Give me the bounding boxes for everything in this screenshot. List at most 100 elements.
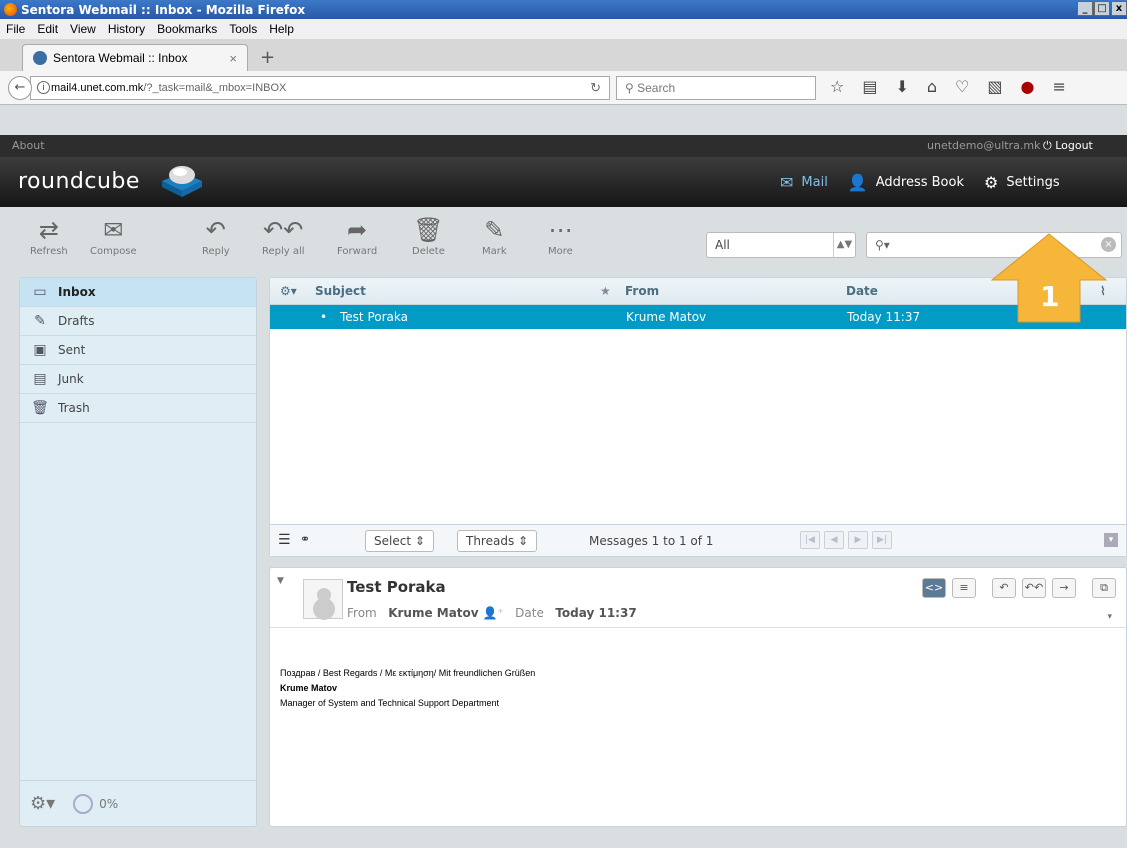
threads-icon[interactable]: ⚭: [300, 532, 310, 546]
minimize-button[interactable]: _: [1077, 1, 1093, 16]
folder-footer: ⚙▾ 0%: [20, 780, 256, 826]
select-dropdown[interactable]: Select ⇕: [365, 530, 434, 552]
more-button[interactable]: ⋯ More: [548, 216, 573, 257]
menu-help[interactable]: Help: [263, 22, 300, 36]
prev-page-button[interactable]: ◀: [824, 531, 844, 549]
mark-button[interactable]: ✎ Mark: [482, 216, 507, 257]
logout-link[interactable]: ⏻ Logout: [1043, 139, 1093, 153]
plain-view-icon[interactable]: ≡: [952, 578, 976, 598]
folder-sent[interactable]: ▣ Sent: [20, 336, 256, 365]
ublock-icon[interactable]: ●: [1021, 77, 1035, 96]
menu-view[interactable]: View: [64, 22, 102, 36]
refresh-button[interactable]: ⇄ Refresh: [30, 216, 68, 257]
reply-all-button[interactable]: ↶↶ Reply all: [262, 216, 305, 257]
html-view-icon[interactable]: <>: [922, 578, 946, 598]
body-title: Manager of System and Technical Support …: [280, 698, 499, 708]
folder-list: ▭ Inbox ✎ Drafts ▣ Sent ▤ Junk 🗑 Trash ⚙▾ 0%: [19, 277, 257, 827]
navigation-bar: i mail4.unet.com.mk/?_task=mail&_mbox=IN…: [0, 71, 1127, 105]
menu-file[interactable]: File: [0, 22, 31, 36]
column-from[interactable]: From: [625, 284, 659, 298]
reload-icon[interactable]: ↻: [590, 80, 601, 96]
search-placeholder: Search: [637, 81, 676, 95]
threads-dropdown[interactable]: Threads ⇕: [457, 530, 538, 552]
bookmark-star-icon[interactable]: ☆: [830, 77, 844, 96]
about-link[interactable]: About: [12, 139, 45, 152]
avatar: [303, 579, 343, 619]
delete-button[interactable]: 🗑 Delete: [412, 216, 445, 257]
next-page-button[interactable]: ▶: [848, 531, 868, 549]
expand-headers-icon[interactable]: ▾: [1107, 612, 1112, 622]
folder-label: Junk: [58, 372, 84, 386]
menu-tools[interactable]: Tools: [223, 22, 263, 36]
nav-address-book[interactable]: 👤 Address Book: [848, 173, 964, 192]
message-date: Today 11:37: [847, 310, 921, 324]
last-page-button[interactable]: ▶|: [872, 531, 892, 549]
preview-actions: <> ≡ ↶ ↶↶ → ⧉: [922, 578, 1116, 598]
add-contact-icon[interactable]: 👤⁺: [482, 606, 503, 620]
preview-reply-icon[interactable]: ↶: [992, 578, 1016, 598]
filter-select[interactable]: All ▲▼: [706, 232, 856, 258]
forward-label: Forward: [337, 246, 378, 257]
tab-close-icon[interactable]: ×: [229, 51, 237, 66]
topline: About unetdemo@ultra.mk ⏻ Logout: [0, 135, 1127, 157]
firefox-icon: [4, 3, 17, 16]
screenshot-icon[interactable]: ▧: [987, 77, 1002, 96]
more-dots-icon: ⋯: [548, 216, 573, 244]
more-label: More: [548, 246, 573, 257]
toggle-preview-icon[interactable]: ▾: [1104, 533, 1118, 547]
threads-label: Threads: [466, 534, 515, 548]
body-greeting: Поздрав / Best Regards / Με εκτίμηση/ Mi…: [280, 668, 536, 678]
folder-drafts[interactable]: ✎ Drafts: [20, 307, 256, 336]
maximize-button[interactable]: □: [1094, 1, 1110, 16]
folder-label: Sent: [58, 343, 86, 357]
pocket-icon[interactable]: ♡: [955, 77, 969, 96]
preview-forward-icon[interactable]: →: [1052, 578, 1076, 598]
select-label: Select: [374, 534, 412, 548]
browser-tab[interactable]: Sentora Webmail :: Inbox ×: [22, 44, 248, 71]
column-date[interactable]: Date: [846, 284, 878, 298]
reading-list-icon[interactable]: ▤: [862, 77, 877, 96]
folder-junk[interactable]: ▤ Junk: [20, 365, 256, 394]
nav-settings-label: Settings: [1006, 175, 1060, 190]
close-window-button[interactable]: x: [1111, 1, 1127, 16]
filter-value: All: [715, 238, 730, 252]
inbox-icon: ▭: [33, 284, 47, 300]
compose-button[interactable]: ✉ Compose: [90, 216, 137, 257]
message-subject: Test Poraka: [340, 310, 408, 324]
folder-inbox[interactable]: ▭ Inbox: [20, 278, 256, 307]
column-subject[interactable]: Subject: [315, 284, 366, 298]
nav-settings[interactable]: ⚙ Settings: [984, 173, 1060, 192]
collapse-header-icon[interactable]: ▼: [277, 576, 284, 586]
message-preview: ▼ Test Poraka From Krume Matov 👤⁺ Date T…: [269, 567, 1127, 827]
menu-edit[interactable]: Edit: [31, 22, 64, 36]
column-flag-star-icon[interactable]: ★: [600, 284, 611, 298]
back-button[interactable]: ←: [8, 76, 32, 100]
roundcube-favicon-icon: [33, 51, 47, 65]
reply-button[interactable]: ↶ Reply: [202, 216, 230, 257]
new-tab-button[interactable]: +: [260, 47, 275, 68]
folder-settings-gear-icon[interactable]: ⚙▾: [30, 793, 55, 814]
home-icon[interactable]: ⌂: [927, 77, 937, 96]
app-header: roundcube ✉ Mail 👤 Address Book ⚙ Settings: [0, 157, 1127, 207]
url-bar[interactable]: i mail4.unet.com.mk/?_task=mail&_mbox=IN…: [30, 76, 610, 100]
first-page-button[interactable]: |◀: [800, 531, 820, 549]
menu-history[interactable]: History: [102, 22, 151, 36]
search-options-icon[interactable]: ⚲▾: [875, 238, 890, 252]
list-options-icon[interactable]: ⚙▾: [280, 284, 297, 298]
message-list-footer: ☰ ⚭ Select ⇕ Threads ⇕ Messages 1 to 1 o…: [270, 524, 1126, 556]
preview-reply-all-icon[interactable]: ↶↶: [1022, 578, 1046, 598]
download-icon[interactable]: ⬇: [895, 77, 908, 96]
menu-bookmarks[interactable]: Bookmarks: [151, 22, 223, 36]
list-menu-icon[interactable]: ☰: [278, 532, 291, 548]
open-new-window-icon[interactable]: ⧉: [1092, 578, 1116, 598]
menu-hamburger-icon[interactable]: ≡: [1052, 77, 1065, 96]
folder-trash[interactable]: 🗑 Trash: [20, 394, 256, 423]
nav-mail[interactable]: ✉ Mail: [780, 173, 828, 192]
preview-from[interactable]: Krume Matov: [388, 606, 478, 620]
info-icon[interactable]: i: [37, 81, 50, 94]
mark-label: Mark: [482, 246, 507, 257]
refresh-icon: ⇄: [38, 216, 59, 244]
message-count: Messages 1 to 1 of 1: [589, 534, 714, 548]
browser-search-input[interactable]: ⚲ Search: [616, 76, 816, 100]
forward-button[interactable]: ➦ Forward: [337, 216, 377, 257]
